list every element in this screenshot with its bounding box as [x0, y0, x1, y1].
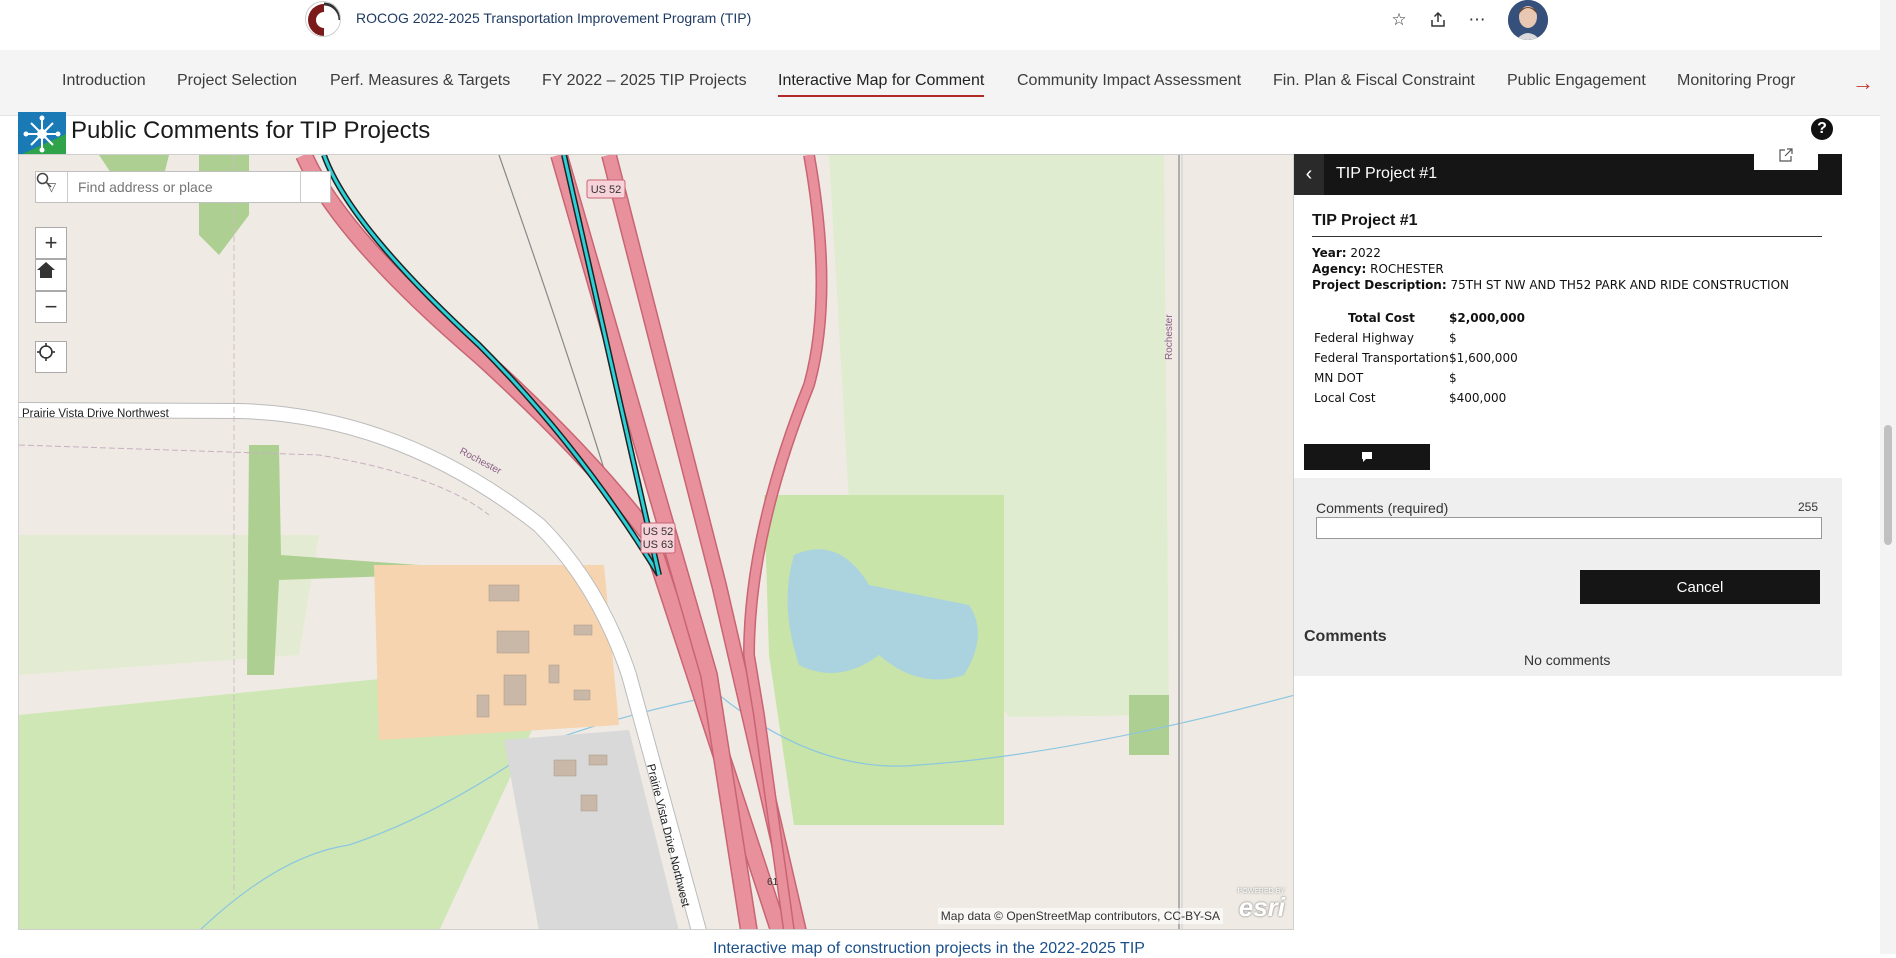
- map-label-route-61: 61: [767, 877, 779, 888]
- cancel-button[interactable]: Cancel: [1580, 570, 1820, 604]
- field-project-description: Project Description: 75TH ST NW AND TH52…: [1312, 278, 1790, 292]
- widget-title: Public Comments for TIP Projects: [71, 117, 431, 144]
- locate-icon: [37, 343, 55, 361]
- app-title[interactable]: ROCOG 2022-2025 Transportation Improveme…: [356, 10, 751, 26]
- nav-item-project-selection[interactable]: Project Selection: [177, 72, 297, 95]
- top-header: ROCOG 2022-2025 Transportation Improveme…: [0, 0, 1880, 50]
- zoom-out-button[interactable]: −: [35, 291, 67, 323]
- main-nav: Introduction Project Selection Perf. Mea…: [0, 50, 1880, 116]
- popup-title: TIP Project #1: [1312, 212, 1418, 229]
- map-search-input[interactable]: [68, 172, 300, 202]
- popup-panel: ‹ TIP Project #1 TIP Project #1 Year: 20…: [1294, 140, 1842, 676]
- map-attribution[interactable]: Map data © OpenStreetMap contributors, C…: [937, 908, 1223, 924]
- cost-label: Local Cost: [1314, 391, 1376, 405]
- open-in-new-window-icon[interactable]: [1754, 140, 1818, 170]
- nav-item-public-engagement[interactable]: Public Engagement: [1507, 72, 1646, 95]
- map-label-us52-top: US 52: [591, 184, 622, 196]
- cost-label: Federal Transportation: [1314, 351, 1449, 365]
- nav-item-introduction[interactable]: Introduction: [62, 72, 146, 95]
- cost-value: $400,000: [1449, 391, 1507, 405]
- share-icon[interactable]: [1426, 8, 1450, 32]
- back-chevron-icon[interactable]: ‹: [1294, 154, 1324, 195]
- avatar[interactable]: [1508, 0, 1548, 40]
- field-agency: Agency: ROCHESTER: [1312, 262, 1444, 276]
- total-cost-value: $2,000,000: [1449, 311, 1525, 325]
- more-icon[interactable]: ⋯: [1465, 8, 1489, 32]
- map-wood-area: [199, 155, 249, 255]
- cost-value: $: [1449, 331, 1457, 345]
- nav-item-community-impact[interactable]: Community Impact Assessment: [1017, 72, 1241, 95]
- nav-item-fin-plan[interactable]: Fin. Plan & Fiscal Constraint: [1273, 72, 1475, 95]
- map-label-prairie-vista-west: Prairie Vista Drive Northwest: [22, 408, 170, 420]
- comment-icon: [1362, 452, 1372, 462]
- nav-item-interactive-map[interactable]: Interactive Map for Comment: [778, 72, 985, 97]
- comments-heading: Comments: [1304, 628, 1387, 645]
- cost-label: MN DOT: [1314, 371, 1364, 385]
- map-label-rochester-2: Rochester: [1164, 314, 1175, 360]
- zoom-in-button[interactable]: +: [35, 227, 67, 259]
- cost-label: Federal Highway: [1314, 331, 1414, 345]
- map-view[interactable]: US 52 US 52 US 63 Prairie Vista Drive No…: [18, 154, 1294, 930]
- locate-button[interactable]: [35, 341, 67, 373]
- nav-item-monitoring[interactable]: Monitoring Progr: [1677, 72, 1797, 95]
- widget-logo-icon: [18, 112, 66, 156]
- map-caption: Interactive map of construction projects…: [713, 940, 1145, 957]
- rocog-logo[interactable]: [305, 1, 341, 37]
- map-label-us52-mid: US 52: [643, 526, 674, 538]
- nav-item-tip-projects[interactable]: FY 2022 – 2025 TIP Projects: [542, 72, 747, 95]
- comments-char-count: 255: [1798, 500, 1819, 514]
- no-comments-text: No comments: [1524, 652, 1611, 668]
- nav-next-arrow-icon[interactable]: →: [1852, 70, 1874, 96]
- comment-button[interactable]: [1304, 444, 1430, 470]
- total-cost-label: Total Cost: [1348, 311, 1415, 325]
- help-icon[interactable]: ?: [1811, 118, 1833, 140]
- map-wood-area: [1129, 695, 1169, 755]
- comments-field-label: Comments (required): [1316, 500, 1449, 516]
- popup-header-title: TIP Project #1: [1336, 165, 1438, 182]
- page-scrollbar-thumb[interactable]: [1884, 425, 1892, 545]
- home-icon: [37, 262, 55, 278]
- home-button[interactable]: [35, 259, 67, 291]
- field-year: Year: 2022: [1312, 246, 1381, 260]
- cost-value: $1,600,000: [1449, 351, 1518, 365]
- map-label-us63-mid: US 63: [643, 539, 674, 551]
- nav-item-perf-measures[interactable]: Perf. Measures & Targets: [330, 72, 510, 95]
- esri-logo[interactable]: esri: [1239, 892, 1285, 923]
- search-icon[interactable]: [36, 172, 330, 202]
- map-canvas[interactable]: US 52 US 52 US 63 Prairie Vista Drive No…: [19, 155, 1294, 930]
- comments-input[interactable]: [1316, 517, 1822, 539]
- star-icon[interactable]: ☆: [1387, 8, 1411, 32]
- cost-value: $: [1449, 371, 1457, 385]
- popup-divider: [1312, 236, 1822, 237]
- map-search-box: ▽: [35, 171, 331, 203]
